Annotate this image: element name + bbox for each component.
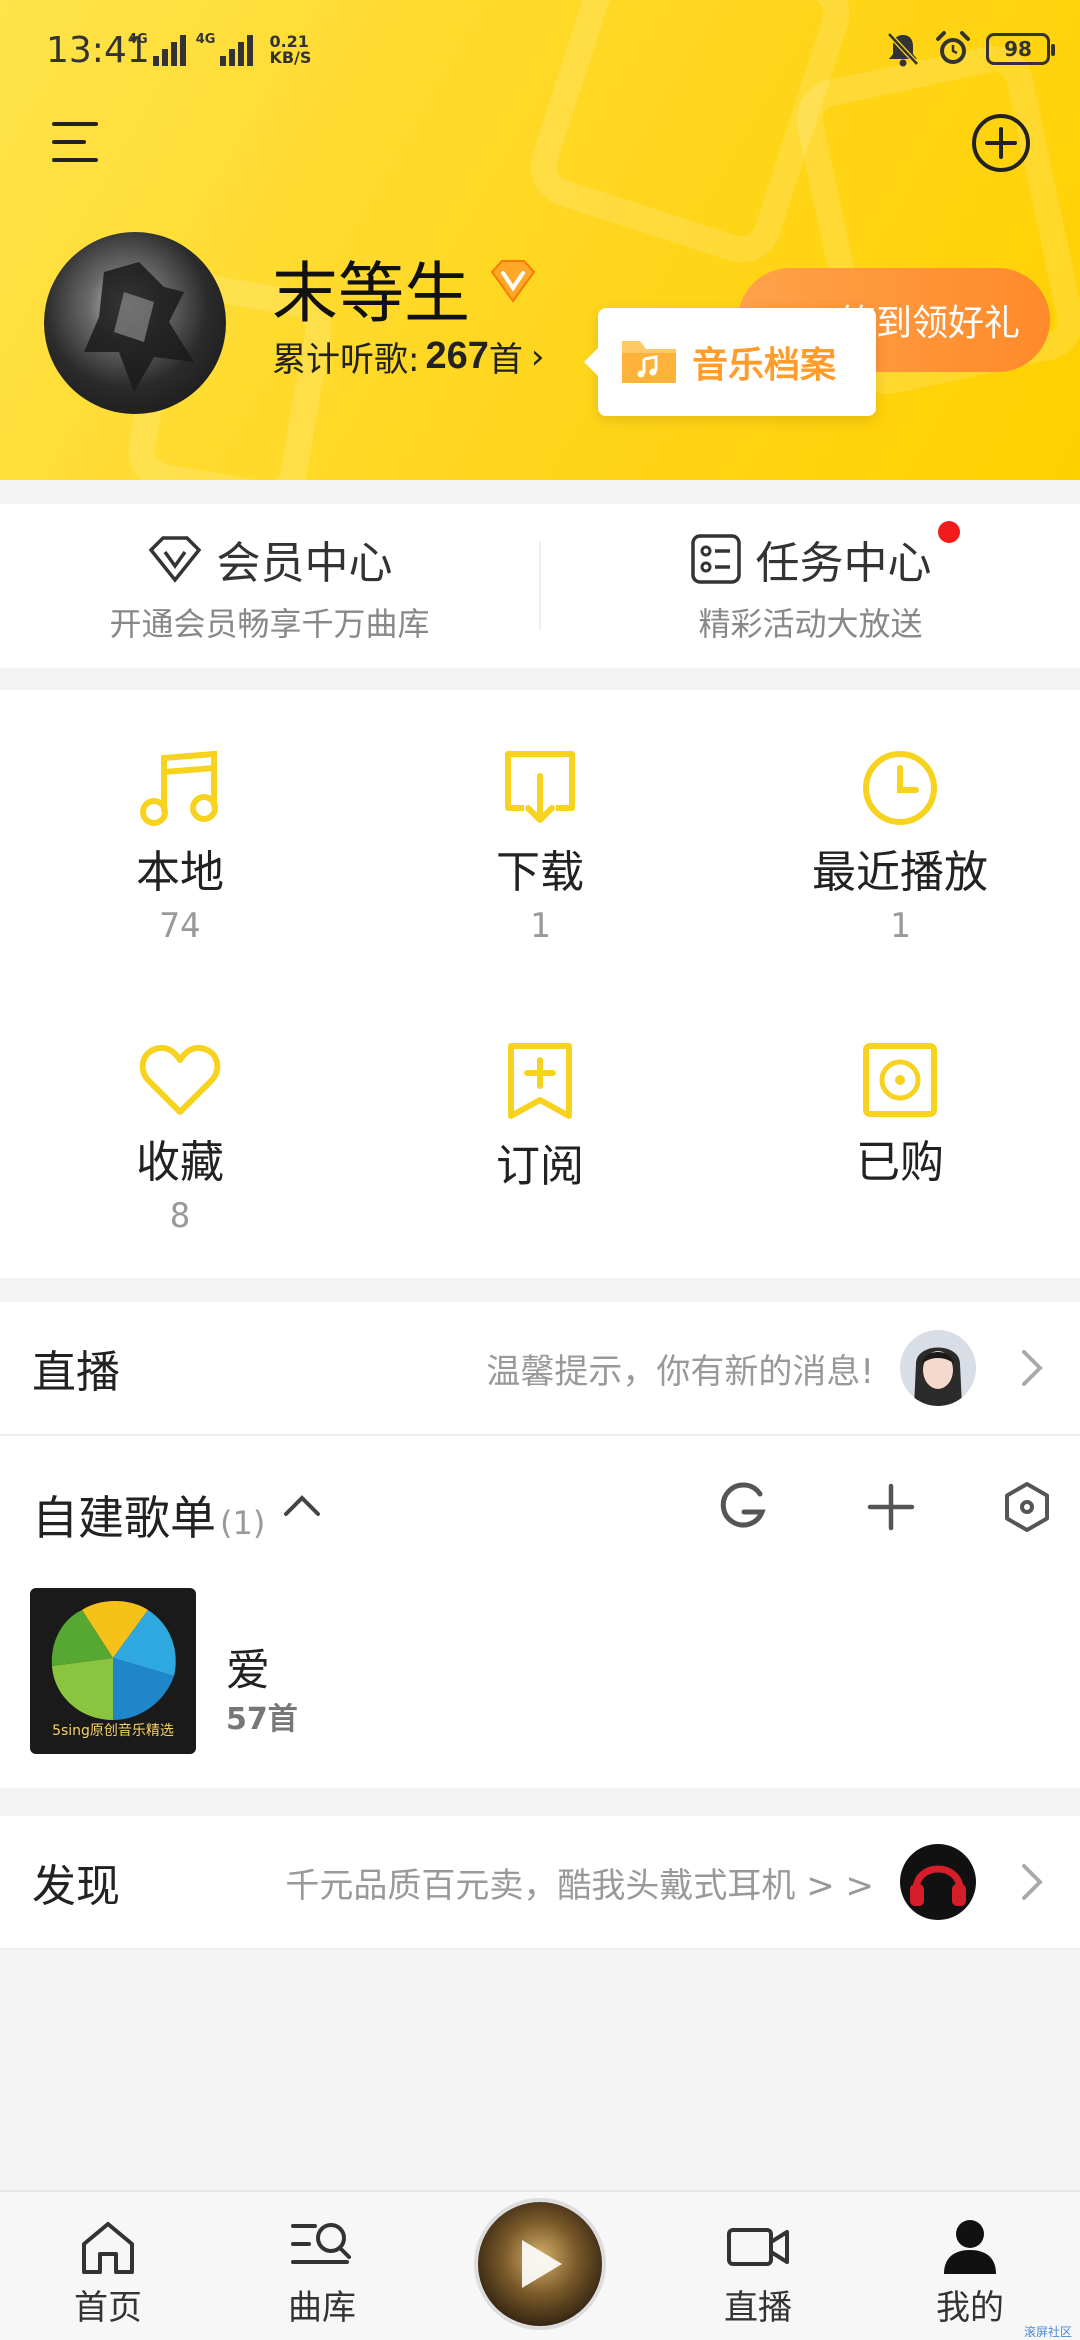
chevron-right-icon: › [530,336,545,377]
discover-promo-image [900,1844,976,1920]
status-right: 98 [886,30,1055,68]
network-indicators: 4G 4G 0.21 KB/S [128,32,311,66]
folder-music-icon [622,341,676,383]
chevron-right-icon [1022,1864,1043,1900]
nav-home[interactable]: 首页 [38,2192,178,2340]
discover-hint: 千元品质百元卖，酷我头戴式耳机 > > [285,1865,874,1906]
vip-diamond-icon[interactable] [488,258,538,304]
add-playlist-icon[interactable] [864,1480,918,1534]
playlist-name: 爱 [226,1645,270,1696]
home-icon [82,2222,134,2274]
play-icon [522,2240,562,2288]
network-type: 4G [128,32,148,47]
tooltip-label: 音乐档案 [692,345,837,386]
listen-stats[interactable]: 累计听歌: 267 首 › [272,332,544,381]
heart-icon [139,1044,221,1115]
battery-level: 98 [1004,37,1032,61]
grid-item-local[interactable]: 本地 74 [0,748,360,946]
listen-count: 267 [425,335,489,377]
nav-live-label: 直播 [724,2288,792,2328]
menu-button[interactable] [52,118,104,166]
task-center-title: 任务中心 [755,538,932,589]
live-playlist-card: 直播 温馨提示，你有新的消息! 自建歌单 (1) 5sing原创音乐精选 爱 5… [0,1302,1080,1788]
vip-center-entry[interactable]: 会员中心 开通会员畅享千万曲库 [0,504,539,668]
grid-label: 最近播放 [812,847,988,898]
task-center-subtitle: 精彩活动大放送 [698,605,923,643]
live-row[interactable]: 直播 温馨提示，你有新的消息! [0,1302,1080,1436]
download-icon [505,751,575,823]
playlist-count: (1) [220,1504,266,1542]
grid-label: 下载 [496,847,584,898]
grid-count: 1 [889,906,911,946]
user-icon [944,2220,996,2274]
discover-title: 发现 [32,1861,120,1912]
playlist-song-count: 57首 [226,1702,298,1737]
network-speed: 0.21 KB/S [269,32,312,67]
playlist-cover: 5sing原创音乐精选 [30,1588,196,1754]
user-avatar[interactable] [44,232,226,414]
grid-item-download[interactable]: 下载 1 [360,748,720,946]
library-search-icon [291,2223,351,2264]
cover-caption: 5sing原创音乐精选 [52,1723,174,1739]
profile-header: 13:41 4G 4G 0.21 KB/S 98 末等生 累计听歌: 267 首… [0,0,1080,480]
live-title: 直播 [32,1347,120,1398]
import-playlist-icon[interactable] [716,1480,770,1534]
live-hint: 温馨提示，你有新的消息! [486,1351,874,1392]
username: 末等生 [272,255,470,332]
nav-mine[interactable]: 我的 [900,2192,1040,2340]
playlist-section-title[interactable]: 自建歌单 (1) [32,1482,265,1548]
battery-icon: 98 [986,33,1055,65]
video-camera-icon [727,2228,789,2266]
bell-muted-icon [887,32,919,67]
notification-dot [937,521,960,543]
alarm-icon [936,31,970,64]
task-center-entry[interactable]: 任务中心 精彩活动大放送 [541,504,1080,668]
grid-item-purchased[interactable]: 已购 [720,1042,1080,1190]
grid-item-subscriptions[interactable]: 订阅 [360,1042,720,1194]
music-note-icon [140,750,218,826]
add-button[interactable] [970,112,1032,174]
nav-library-label: 曲库 [288,2288,356,2328]
chevron-right-icon [1022,1350,1043,1386]
chevron-up-icon[interactable] [282,1490,322,1520]
library-grid: 本地 74 下载 1 最近播放 1 收藏 8 订阅 已购 [0,690,1080,1278]
grid-label: 已购 [856,1137,944,1188]
disc-icon [863,1043,937,1117]
nav-home-label: 首页 [74,2288,142,2328]
vip-center-subtitle: 开通会员畅享千万曲库 [109,605,430,643]
music-archive-tooltip[interactable]: 音乐档案 [584,308,876,416]
signal-icon: 4G [128,32,186,66]
member-task-row: 会员中心 开通会员畅享千万曲库 任务中心 精彩活动大放送 [0,504,1080,668]
status-bar: 13:41 4G 4G 0.21 KB/S 98 [0,0,1080,100]
manage-playlist-icon[interactable] [1000,1480,1054,1534]
grid-item-recent[interactable]: 最近播放 1 [720,748,1080,946]
grid-label: 本地 [136,847,224,898]
bookmark-plus-icon [508,1043,572,1119]
nav-live[interactable]: 直播 [688,2192,828,2340]
grid-count: 1 [529,906,551,946]
task-list-icon [690,534,741,584]
nav-mine-label: 我的 [936,2288,1004,2328]
nav-library[interactable]: 曲库 [252,2192,392,2340]
network-type: 4G [195,32,216,47]
clock-icon [863,751,937,825]
playlist-header: 自建歌单 (1) [0,1436,1080,1576]
grid-label: 订阅 [496,1141,584,1192]
vip-diamond-outline-icon [148,536,201,583]
live-host-avatar [900,1330,976,1406]
playlist-item[interactable]: 5sing原创音乐精选 爱 57首 [0,1582,1080,1762]
grid-count: 8 [169,1196,191,1236]
grid-item-favorites[interactable]: 收藏 8 [0,1042,360,1236]
watermark: 滚屏社区 [1023,2325,1072,2339]
grid-count: 74 [159,906,201,946]
signal-icon: 4G [196,32,254,66]
vip-center-title: 会员中心 [216,538,393,589]
now-playing-button[interactable] [474,2198,606,2330]
grid-label: 收藏 [136,1137,224,1188]
discover-row[interactable]: 发现 千元品质百元卖，酷我头戴式耳机 > > [0,1816,1080,1950]
